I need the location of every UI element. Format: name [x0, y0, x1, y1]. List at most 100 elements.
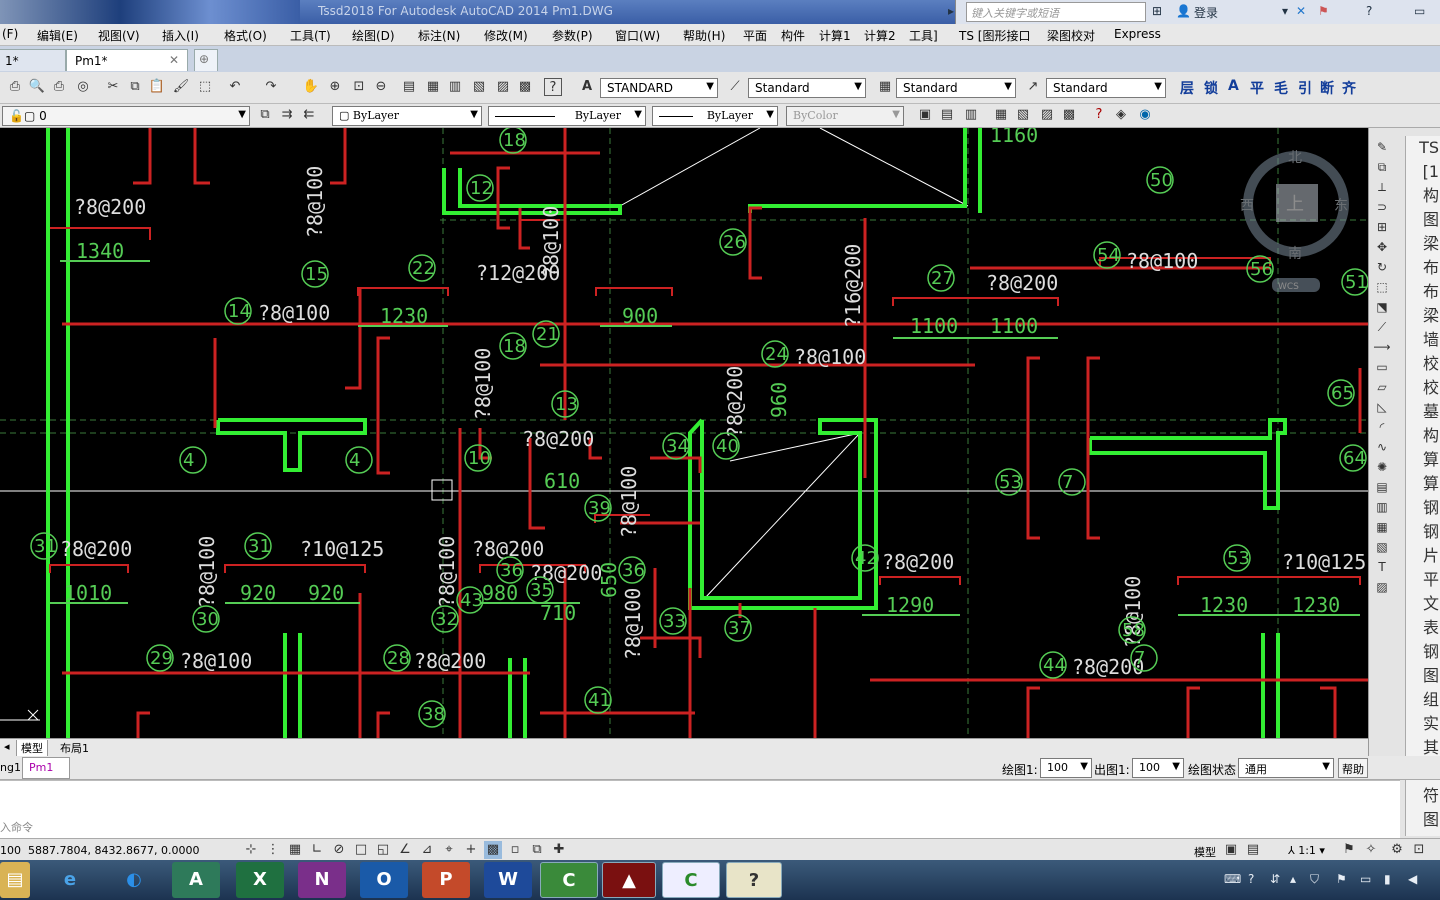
rebar-label[interactable]: ?8@200 [60, 537, 132, 561]
am-icon[interactable]: ✚ [550, 841, 568, 859]
menu-parametric[interactable]: 参数(P) [552, 27, 593, 44]
dimension-label[interactable]: 710 [540, 601, 576, 625]
powerpoint-icon[interactable]: P [422, 862, 470, 898]
otrack-icon[interactable]: ∠ [396, 841, 414, 859]
keyboard-icon[interactable]: ⌨ [1224, 872, 1241, 886]
match-properties-icon[interactable]: 🖌 [172, 78, 190, 96]
onenote-icon[interactable]: N [298, 862, 346, 898]
ts-side-item[interactable]: 图 [1406, 208, 1440, 232]
menu-window[interactable]: 窗口(W) [615, 27, 660, 44]
draworder2-icon[interactable]: ▥ [1373, 498, 1391, 516]
plotstyle-select[interactable]: ByColor ▼ [786, 106, 904, 126]
ts-side-item[interactable]: 布 [1406, 256, 1440, 280]
ts-lead-tool[interactable]: 引 [1298, 78, 1312, 98]
ts-side-item[interactable]: 墙 [1406, 328, 1440, 352]
mleader-style-select[interactable]: Standard ▼ [1046, 78, 1166, 98]
rebar-label[interactable]: ?8@100 [617, 466, 641, 538]
ts-hair-tool[interactable]: 毛 [1274, 78, 1288, 98]
linetype-select[interactable]: ByLayer ▼ [488, 106, 646, 126]
extend-icon[interactable]: ⟶ [1373, 338, 1391, 356]
drawing-list-active[interactable]: Pm1 [22, 757, 70, 779]
autocad-icon[interactable]: ▲ [602, 862, 656, 898]
ts-break-tool[interactable]: 断 [1320, 78, 1334, 98]
help-icon[interactable]: ? [544, 78, 562, 96]
ts-icon-5[interactable]: ▧ [1014, 106, 1032, 124]
menu-view[interactable]: 视图(V) [98, 27, 140, 44]
rebar-label[interactable]: ?8@200 [986, 271, 1058, 295]
dyn-icon[interactable]: ⌖ [440, 841, 458, 859]
compass-east[interactable]: 东 [1334, 198, 1348, 214]
quick-view-layouts-icon[interactable]: ▣ [1222, 841, 1240, 859]
ts-align-tool[interactable]: 齐 [1342, 78, 1356, 98]
access-icon[interactable]: A [172, 862, 220, 898]
publish-icon[interactable]: ◎ [74, 78, 92, 96]
layer-properties-icon[interactable]: ⧉ [256, 106, 274, 124]
ts-icon-2[interactable]: ▤ [938, 106, 956, 124]
design-center-icon[interactable]: ▦ [424, 78, 442, 96]
tab-pm1[interactable]: Pm1* ✕ [66, 49, 188, 71]
tab-layout1[interactable]: 布局1 [56, 740, 93, 756]
keyword-search-input[interactable]: 键入关键字或短语 [966, 2, 1146, 22]
command-window[interactable]: 入命令 [0, 780, 1400, 838]
word-icon[interactable]: W [484, 862, 532, 898]
drawing-list-item[interactable]: ng1 [0, 761, 21, 774]
user-icon[interactable]: 👤 [1176, 4, 1191, 18]
nav-arrow-icon[interactable]: ◂ [4, 740, 10, 753]
copy-icon[interactable]: ⧉ [126, 78, 144, 96]
preview-icon[interactable]: 🔍 [28, 78, 46, 96]
help-icon[interactable]: ? [1366, 4, 1372, 18]
menu-plane[interactable]: 平面 [743, 27, 767, 44]
snap-icon[interactable]: ⋮ [264, 841, 282, 859]
menu-help[interactable]: 帮助(H) [683, 27, 725, 44]
ts-side-item[interactable]: 算 [1406, 472, 1440, 496]
sc-icon[interactable]: ⧉ [528, 841, 546, 859]
text-style-icon[interactable]: A [578, 78, 596, 96]
pan-icon[interactable]: ✋ [302, 78, 320, 96]
dimension-label[interactable]: 920 [308, 581, 344, 605]
menu-tools[interactable]: 工具(T) [290, 27, 331, 44]
ts-side-item[interactable]: 实 [1406, 712, 1440, 736]
lwt-icon[interactable]: + [462, 841, 480, 859]
menu-ts-interface[interactable]: TS [图形接口 [959, 27, 1030, 44]
polar-icon[interactable]: ⊘ [330, 841, 348, 859]
ts-side-item[interactable]: 钢 [1406, 520, 1440, 544]
autoscale-icon[interactable]: ✧ [1362, 841, 1380, 859]
shield-icon[interactable]: ⛉ [1310, 872, 1319, 887]
draworder3-icon[interactable]: ▦ [1373, 518, 1391, 536]
drawing-canvas[interactable]: ?8@200 ?8@100 ?12@200 ?8@100 ?8@100 ?16@200 ?8… [0, 128, 1368, 738]
menu-calc1[interactable]: 计算1 [819, 27, 851, 44]
binoculars-icon[interactable]: ⊞ [1152, 4, 1162, 18]
ts-icon-6[interactable]: ▨ [1038, 106, 1056, 124]
ts-icon-1[interactable]: ▣ [916, 106, 934, 124]
drawing-scale-select[interactable]: 100 ▼ [1040, 758, 1092, 778]
ts-side-item[interactable]: 钢 [1406, 640, 1440, 664]
help-button[interactable]: 帮助 [1338, 758, 1368, 778]
color-select[interactable]: ▢ ByLayer ▼ [332, 106, 482, 126]
ts-side-item[interactable]: 图 [1406, 664, 1440, 688]
ortho-icon[interactable]: ∟ [308, 841, 326, 859]
ts-side-item[interactable]: 梁 [1406, 232, 1440, 256]
markup-icon[interactable]: ▨ [494, 78, 512, 96]
compass-south[interactable]: 南 [1288, 246, 1302, 262]
ts-side-item[interactable]: 表 [1406, 616, 1440, 640]
rebar-label[interactable]: ?8@100 [794, 345, 866, 369]
move-icon[interactable]: ✥ [1373, 238, 1391, 256]
redo-icon[interactable]: ↷ [262, 78, 280, 96]
tool-palettes-icon[interactable]: ▥ [446, 78, 464, 96]
exchange-icon[interactable]: ✕ [1296, 4, 1306, 18]
dimension-label[interactable]: 900 [622, 304, 658, 328]
coordinates-readout[interactable]: 5887.7804, 8432.8677, 0.0000 [28, 844, 199, 857]
infer-constraints-icon[interactable]: ⊹ [242, 841, 260, 859]
zoom-window-icon[interactable]: ⊡ [350, 78, 368, 96]
dim-style-icon[interactable]: ⟋ [726, 78, 744, 96]
annotation-visibility-icon[interactable]: ⚑ [1340, 841, 1358, 859]
mirror-icon[interactable]: ⟂ [1373, 178, 1391, 196]
ducs-icon[interactable]: ⊿ [418, 841, 436, 859]
ts-side-item[interactable]: 平 [1406, 568, 1440, 592]
qp-icon[interactable]: ▫ [506, 841, 524, 859]
dimension-label[interactable]: 1230 [380, 304, 428, 328]
ts-side-item[interactable]: 校 [1406, 376, 1440, 400]
ts-side-item[interactable]: 符 [1406, 784, 1440, 808]
workspace-gear-icon[interactable]: ⚙ [1388, 841, 1406, 859]
rebar-label[interactable]: ?8@100 [258, 301, 330, 325]
